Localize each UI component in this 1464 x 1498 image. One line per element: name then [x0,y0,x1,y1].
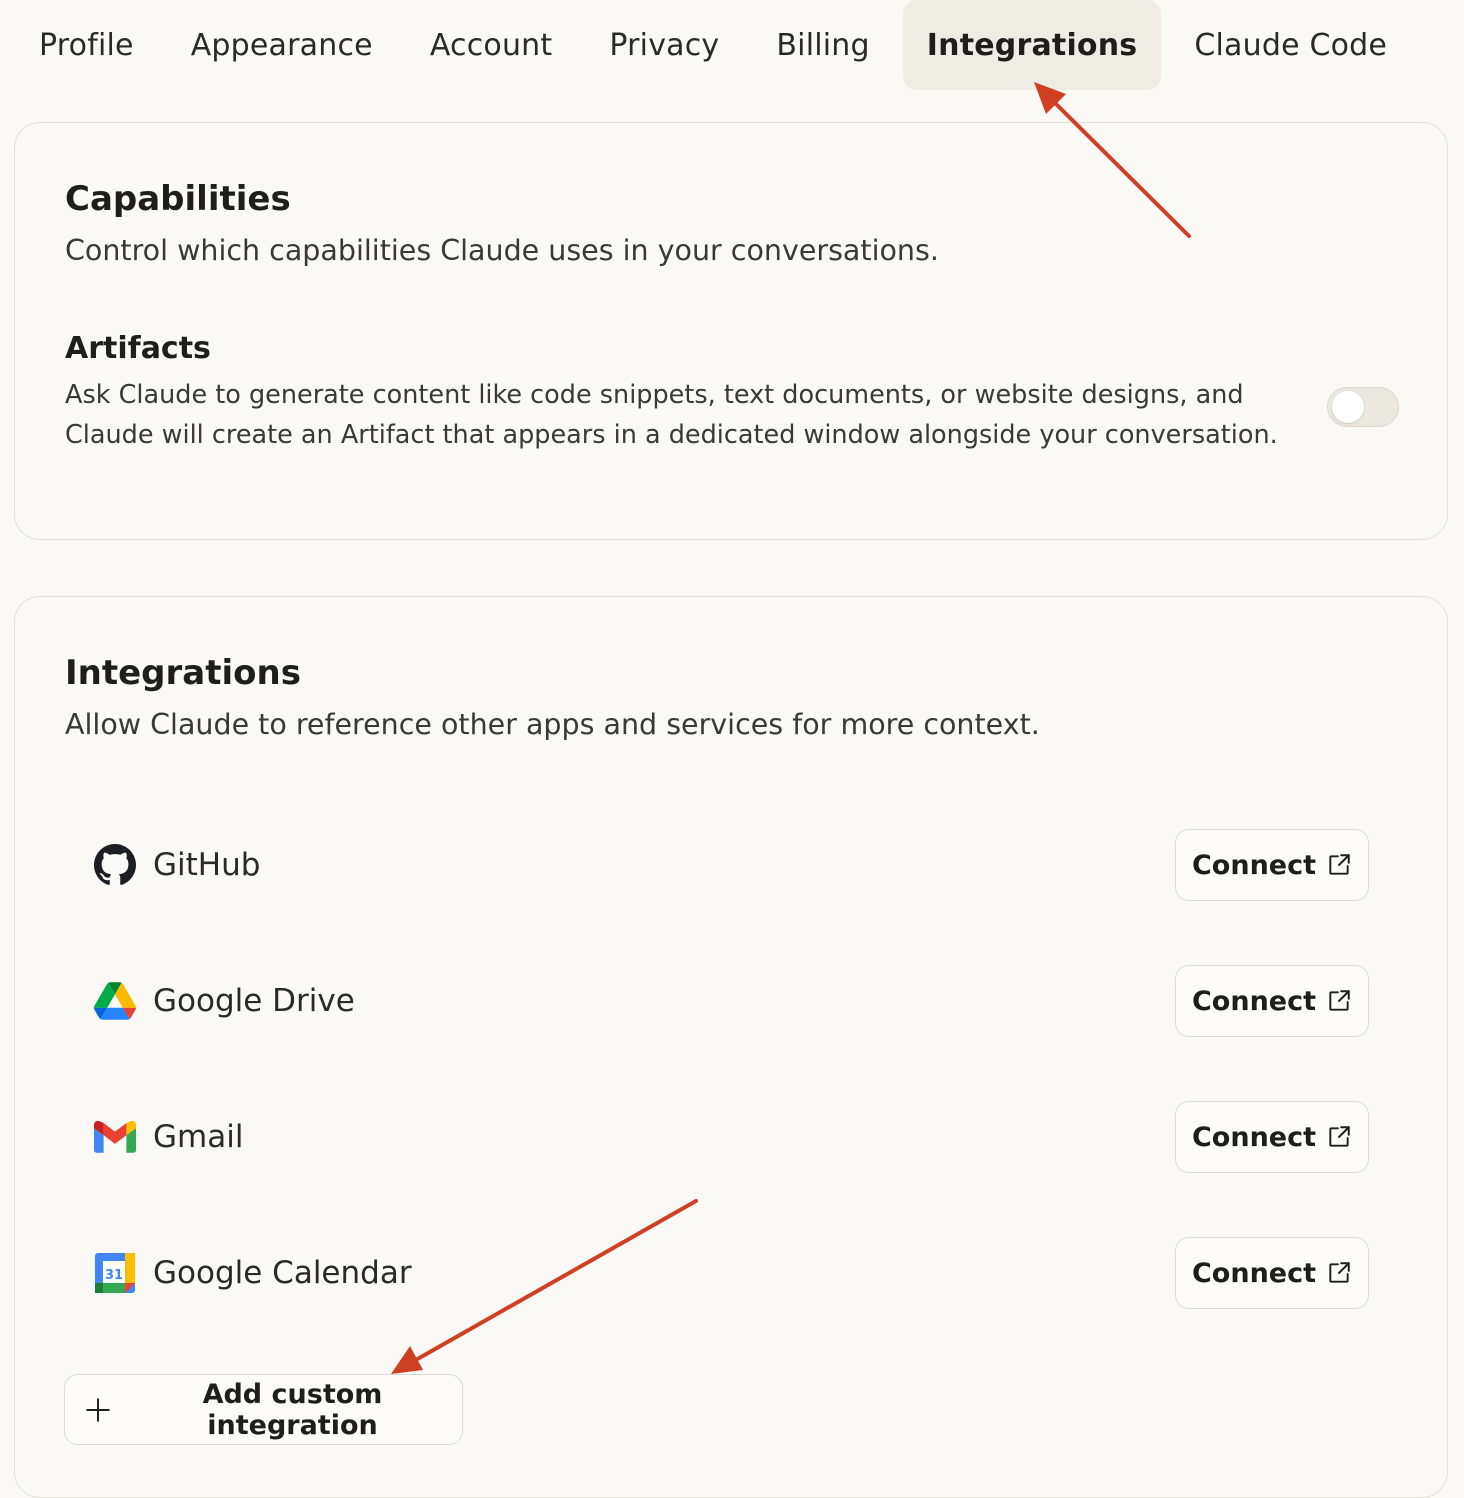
calendar-day-number: 31 [105,1268,123,1283]
integration-row-github: GitHub Connect [93,829,1369,901]
external-link-icon [1326,1260,1352,1286]
add-custom-integration-button[interactable]: Add custom integration [64,1374,463,1445]
integrations-card: Integrations Allow Claude to reference o… [14,596,1448,1498]
tab-claude-code[interactable]: Claude Code [1170,0,1411,90]
connect-google-drive-button[interactable]: Connect [1175,965,1369,1037]
connect-label: Connect [1191,849,1317,881]
capabilities-title: Capabilities [65,179,291,219]
settings-tabs: Profile Appearance Account Privacy Billi… [15,0,1420,90]
integrations-subtitle: Allow Claude to reference other apps and… [65,708,1040,741]
tab-privacy[interactable]: Privacy [585,0,743,90]
github-icon [93,843,137,887]
integration-name: Gmail [153,1119,244,1155]
capabilities-card: Capabilities Control which capabilities … [14,122,1448,540]
capabilities-subtitle: Control which capabilities Claude uses i… [65,234,939,267]
integration-row-google-calendar: 31 Google Calendar Connect [93,1237,1369,1309]
artifacts-description: Ask Claude to generate content like code… [65,380,1278,450]
tab-account[interactable]: Account [406,0,577,90]
tab-billing[interactable]: Billing [752,0,893,90]
artifacts-toggle[interactable] [1327,387,1399,427]
external-link-icon [1326,852,1352,878]
plus-icon [85,1397,111,1423]
external-link-icon [1326,988,1352,1014]
integrations-title: Integrations [65,653,301,693]
connect-github-button[interactable]: Connect [1175,829,1369,901]
integration-name: GitHub [153,847,261,883]
connect-gmail-button[interactable]: Connect [1175,1101,1369,1173]
gmail-icon [93,1115,137,1159]
add-custom-integration-label: Add custom integration [202,1378,383,1441]
artifacts-title: Artifacts [65,331,211,366]
tab-integrations[interactable]: Integrations [902,0,1162,90]
integration-row-gmail: Gmail Connect [93,1101,1369,1173]
connect-google-calendar-button[interactable]: Connect [1175,1237,1369,1309]
connect-label: Connect [1191,1121,1317,1153]
integration-name: Google Calendar [153,1255,412,1291]
integration-row-google-drive: Google Drive Connect [93,965,1369,1037]
tab-profile[interactable]: Profile [15,0,158,90]
settings-page: Profile Appearance Account Privacy Billi… [0,0,1464,1498]
google-calendar-icon: 31 [93,1251,137,1295]
external-link-icon [1326,1124,1352,1150]
google-drive-icon [93,979,137,1023]
toggle-knob [1332,391,1364,423]
integration-name: Google Drive [153,983,355,1019]
connect-label: Connect [1191,1257,1317,1289]
connect-label: Connect [1191,985,1317,1017]
tab-appearance[interactable]: Appearance [167,0,397,90]
